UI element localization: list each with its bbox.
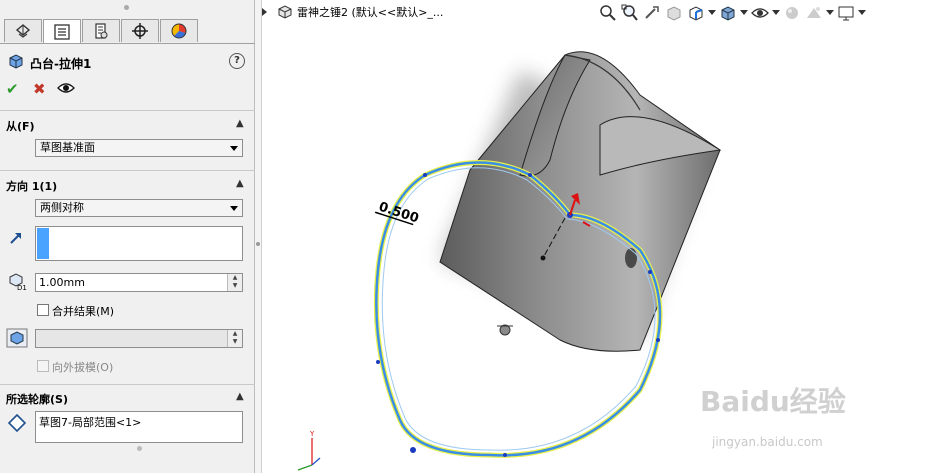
tab-display-manager[interactable] [160, 19, 198, 42]
configuration-icon [95, 23, 108, 39]
feature-title: 凸台-拉伸1 [30, 57, 92, 71]
svg-text:D1: D1 [17, 284, 27, 291]
resize-grip[interactable] [137, 446, 142, 451]
sketch-point[interactable] [528, 173, 532, 177]
part-name: 雷神之锤2 (默认<<默认>_... [297, 6, 444, 19]
draft-angle-input[interactable]: ▲ ▼ [35, 329, 243, 348]
direction-reference-list[interactable] [35, 226, 243, 261]
chevron-down-icon[interactable] [771, 3, 781, 23]
sketch-point[interactable] [656, 338, 660, 342]
tab-divider [0, 43, 255, 44]
depth-value: 1.00mm [39, 276, 85, 289]
preview-eye-icon[interactable] [57, 82, 75, 94]
watermark-url: jingyan.baidu.com [712, 435, 823, 449]
heads-up-view-toolbar [597, 3, 867, 23]
zoom-to-area-icon[interactable] [619, 3, 641, 23]
splitter-grip [256, 242, 260, 246]
graphics-viewport[interactable]: 0.500 Y Baidu经验 jingyan.baidu.com [262, 0, 928, 473]
zoom-to-fit-icon[interactable] [597, 3, 619, 23]
dropdown-arrow-icon [230, 146, 238, 151]
svg-text:Y: Y [309, 430, 315, 438]
selected-contours-list[interactable]: 草图7-局部范围<1> [35, 411, 243, 443]
spin-up-icon[interactable]: ▲ [228, 330, 242, 338]
rotate-cursor-icon [497, 324, 513, 336]
apply-scene-icon[interactable] [803, 3, 825, 23]
section-divider [0, 110, 255, 111]
chevron-down-icon[interactable] [825, 3, 835, 23]
display-style-icon[interactable] [717, 3, 739, 23]
merge-result-checkbox[interactable] [37, 304, 49, 316]
selected-contour-item[interactable]: 草图7-局部范围<1> [39, 416, 141, 429]
section-divider [0, 170, 255, 171]
from-collapse-caret-icon[interactable]: ▲ [236, 118, 244, 129]
tab-dimxpert-manager[interactable] [121, 19, 159, 42]
hide-show-items-icon[interactable] [749, 3, 771, 23]
panel-grip[interactable] [124, 5, 129, 10]
from-select-value: 草图基准面 [40, 141, 95, 154]
hole [625, 248, 637, 268]
direction-section-title: 方向 1(1) [6, 180, 58, 193]
axis-origin [540, 255, 546, 261]
from-section-title: 从(F) [6, 120, 35, 133]
model-body[interactable] [439, 51, 722, 352]
feature-tree-breadcrumb[interactable]: 雷神之锤2 (默认<<默认>_... [262, 4, 443, 20]
previous-view-icon[interactable] [641, 3, 663, 23]
sketch-point[interactable] [648, 270, 652, 274]
depth-stepper[interactable]: ▲ ▼ [227, 274, 242, 291]
part-icon [278, 5, 292, 19]
sketch-point[interactable] [376, 360, 380, 364]
axis-triad: Y [297, 430, 321, 471]
tab-configuration-manager[interactable] [82, 19, 120, 42]
depth-input[interactable]: 1.00mm ▲ ▼ [35, 273, 243, 292]
depth-icon: D1 [9, 273, 27, 291]
merge-result-label: 合并结果(M) [52, 305, 115, 318]
draft-outward-checkbox[interactable] [37, 360, 49, 372]
contours-section-title: 所选轮廓(S) [6, 393, 68, 406]
sketch-point[interactable] [503, 453, 507, 457]
spin-down-icon[interactable]: ▼ [228, 282, 242, 290]
property-manager-panel: 凸台-拉伸1 ? ✔ ✖ 从(F) ▲ 草图基准面 方向 1(1) ▲ 两侧对称… [0, 0, 255, 473]
direction-arrow-icon[interactable] [9, 231, 23, 245]
chevron-down-icon[interactable] [707, 3, 717, 23]
draft-stepper[interactable]: ▲ ▼ [227, 330, 242, 347]
expand-arrow-icon[interactable] [262, 8, 267, 16]
end-condition-select[interactable]: 两侧对称 [35, 199, 243, 217]
appearance-icon [171, 23, 187, 39]
contours-collapse-caret-icon[interactable]: ▲ [236, 391, 244, 402]
crosshair-icon [132, 23, 148, 39]
chevron-down-icon[interactable] [739, 3, 749, 23]
feature-tree-icon [15, 24, 31, 38]
tab-property-manager[interactable] [43, 19, 81, 43]
chevron-down-icon[interactable] [857, 3, 867, 23]
dropdown-arrow-icon [230, 206, 238, 211]
property-manager-icon [54, 23, 70, 40]
draft-icon[interactable] [6, 328, 28, 348]
draft-outward-label: 向外拔模(O) [52, 361, 114, 374]
end-condition-value: 两侧对称 [40, 201, 84, 214]
sketch-point[interactable] [423, 173, 427, 177]
extrude-boss-icon [9, 54, 23, 69]
view-orientation-icon[interactable] [685, 3, 707, 23]
section-divider [0, 384, 255, 385]
spin-up-icon[interactable]: ▲ [228, 274, 242, 282]
cancel-button[interactable]: ✖ [33, 80, 46, 98]
spin-down-icon[interactable]: ▼ [228, 338, 242, 346]
view-settings-icon[interactable] [835, 3, 857, 23]
from-select[interactable]: 草图基准面 [35, 139, 243, 157]
direction-collapse-caret-icon[interactable]: ▲ [236, 178, 244, 189]
watermark-logo: Baidu经验 [700, 385, 846, 418]
tab-feature-manager[interactable] [4, 19, 42, 42]
help-icon[interactable]: ? [229, 53, 245, 69]
section-view-icon[interactable] [663, 3, 685, 23]
active-selection-indicator [37, 228, 49, 259]
ok-button[interactable]: ✔ [6, 80, 19, 98]
manager-tabs [4, 19, 199, 43]
sketch-point[interactable] [410, 447, 416, 453]
contour-diamond-icon [8, 414, 26, 432]
panel-splitter[interactable] [255, 0, 262, 473]
edit-appearance-icon[interactable] [781, 3, 803, 23]
